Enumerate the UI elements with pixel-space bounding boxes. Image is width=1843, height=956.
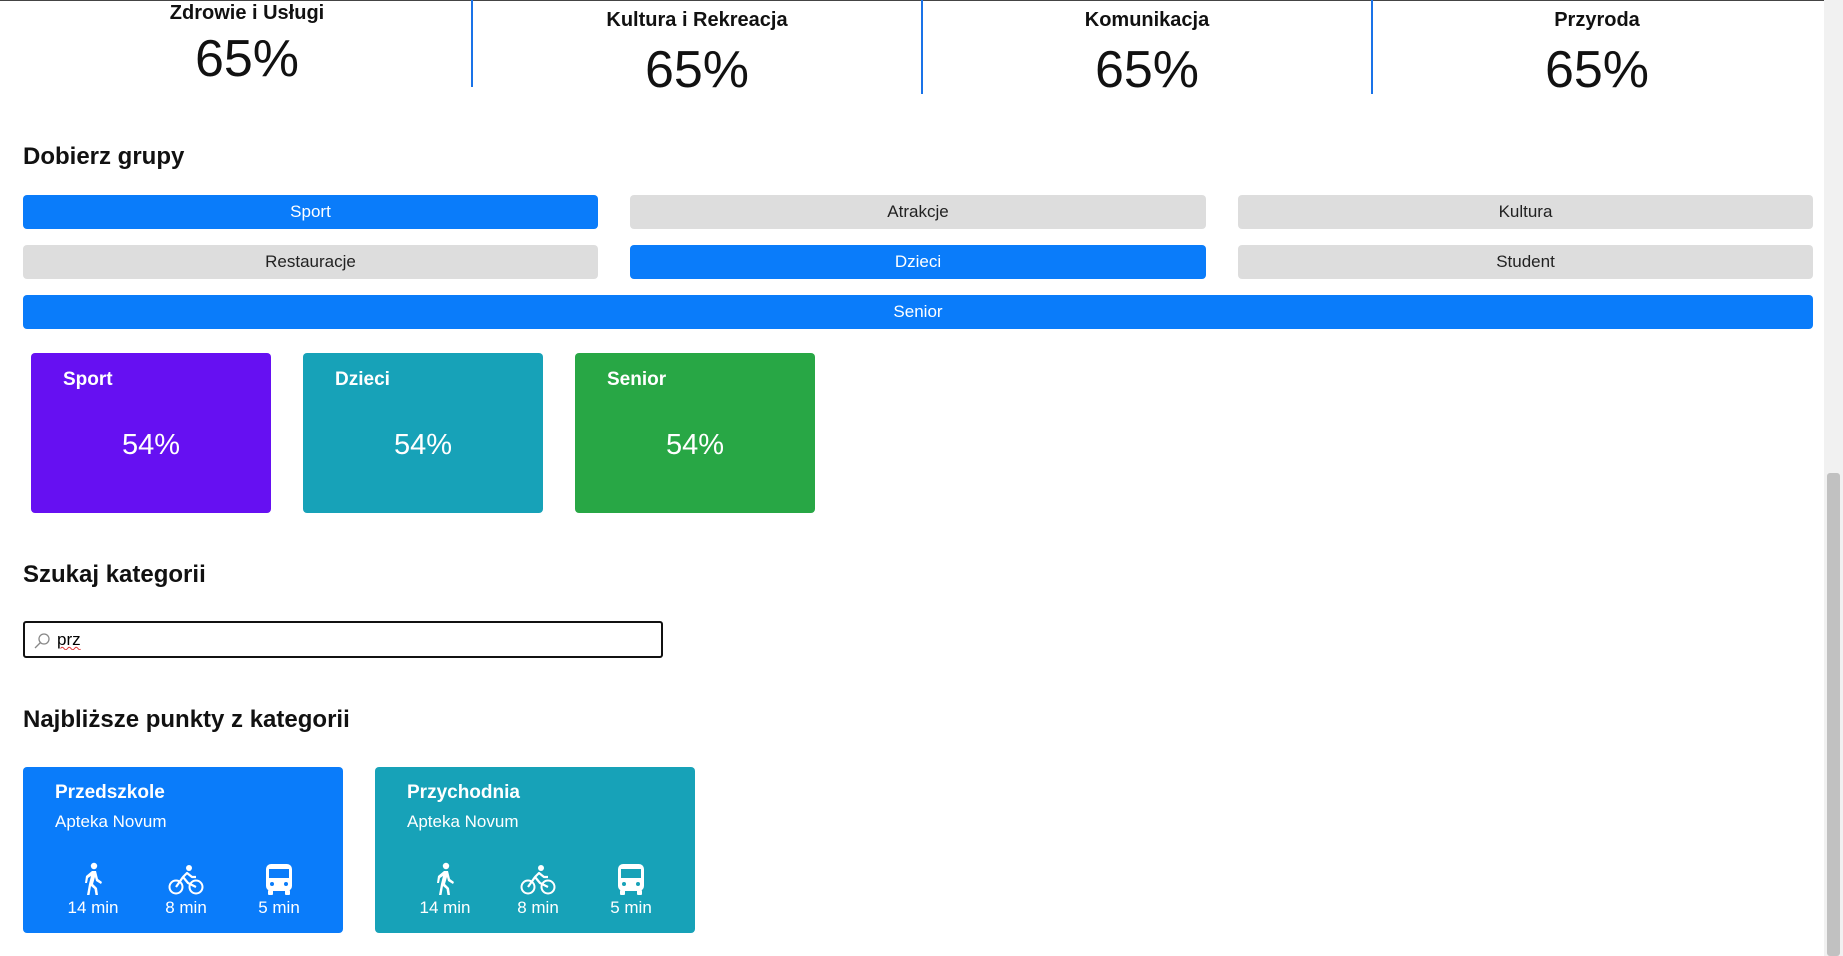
stat-label: Zdrowie i Usługi: [169, 2, 325, 24]
stat-label: Komunikacja: [1084, 9, 1210, 31]
groups-title: Dobierz grupy: [23, 143, 185, 170]
point-title: Przedszkole: [55, 782, 165, 803]
search-field[interactable]: [23, 621, 663, 658]
travel-bus: 5 min: [591, 862, 671, 918]
travel-walk: 14 min: [53, 862, 133, 918]
bus-time: 5 min: [258, 898, 300, 917]
card-title: Senior: [607, 369, 667, 390]
stat-value: 65%: [1094, 41, 1200, 99]
stat-value: 65%: [1544, 41, 1650, 99]
point-card-przychodnia[interactable]: Przychodnia Apteka Novum 14 min 8 min 5 …: [375, 767, 695, 933]
bicycle-icon: [520, 865, 556, 895]
search-input[interactable]: [57, 628, 647, 652]
point-title: Przychodnia: [407, 782, 520, 803]
group-button-atrakcje[interactable]: Atrakcje: [630, 195, 1206, 229]
stat-komunikacja: Komunikacja 65%: [922, 9, 1372, 100]
group-button-restauracje[interactable]: Restauracje: [23, 245, 598, 279]
stats-row: Zdrowie i Usługi 65% Kultura i Rekreacja…: [0, 0, 1824, 100]
group-button-senior[interactable]: Senior: [23, 295, 1813, 329]
stat-label: Kultura i Rekreacja: [606, 9, 788, 31]
scrollbar-thumb[interactable]: [1827, 473, 1840, 956]
stat-kultura: Kultura i Rekreacja 65%: [472, 9, 922, 100]
group-score-card-sport: Sport 54%: [31, 353, 271, 513]
card-title: Sport: [63, 369, 113, 390]
group-button-sport[interactable]: Sport: [23, 195, 598, 229]
bus-icon: [618, 864, 644, 895]
walk-time: 14 min: [419, 898, 471, 917]
walking-icon: [437, 862, 454, 895]
magnifier-icon: [34, 633, 50, 649]
group-score-card-dzieci: Dzieci 54%: [303, 353, 543, 513]
group-button-kultura[interactable]: Kultura: [1238, 195, 1813, 229]
group-button-dzieci[interactable]: Dzieci: [630, 245, 1206, 279]
travel-bus: 5 min: [239, 862, 319, 918]
stat-value: 65%: [644, 41, 750, 99]
travel-walk: 14 min: [405, 862, 485, 918]
point-subtitle: Apteka Novum: [407, 812, 519, 831]
walking-icon: [85, 862, 102, 895]
group-score-card-senior: Senior 54%: [575, 353, 815, 513]
card-title: Dzieci: [335, 369, 390, 390]
card-value: 54%: [665, 429, 725, 461]
travel-bike: 8 min: [146, 862, 226, 918]
card-value: 54%: [393, 429, 453, 461]
group-button-student[interactable]: Student: [1238, 245, 1813, 279]
travel-bike: 8 min: [498, 862, 578, 918]
stat-label: Przyroda: [1554, 9, 1640, 31]
nearest-title: Najbliższe punkty z kategorii: [23, 706, 350, 733]
walk-time: 14 min: [67, 898, 119, 917]
bus-time: 5 min: [610, 898, 652, 917]
stat-przyroda: Przyroda 65%: [1372, 9, 1822, 100]
point-card-przedszkole[interactable]: Przedszkole Apteka Novum 14 min 8 min 5 …: [23, 767, 343, 933]
bike-time: 8 min: [517, 898, 559, 917]
bike-time: 8 min: [165, 898, 207, 917]
stat-value: 65%: [194, 30, 300, 88]
card-value: 54%: [121, 429, 181, 461]
bus-icon: [266, 864, 292, 895]
stat-zdrowie: Zdrowie i Usługi 65%: [22, 2, 472, 89]
point-subtitle: Apteka Novum: [55, 812, 167, 831]
bicycle-icon: [168, 865, 204, 895]
search-title: Szukaj kategorii: [23, 561, 206, 588]
